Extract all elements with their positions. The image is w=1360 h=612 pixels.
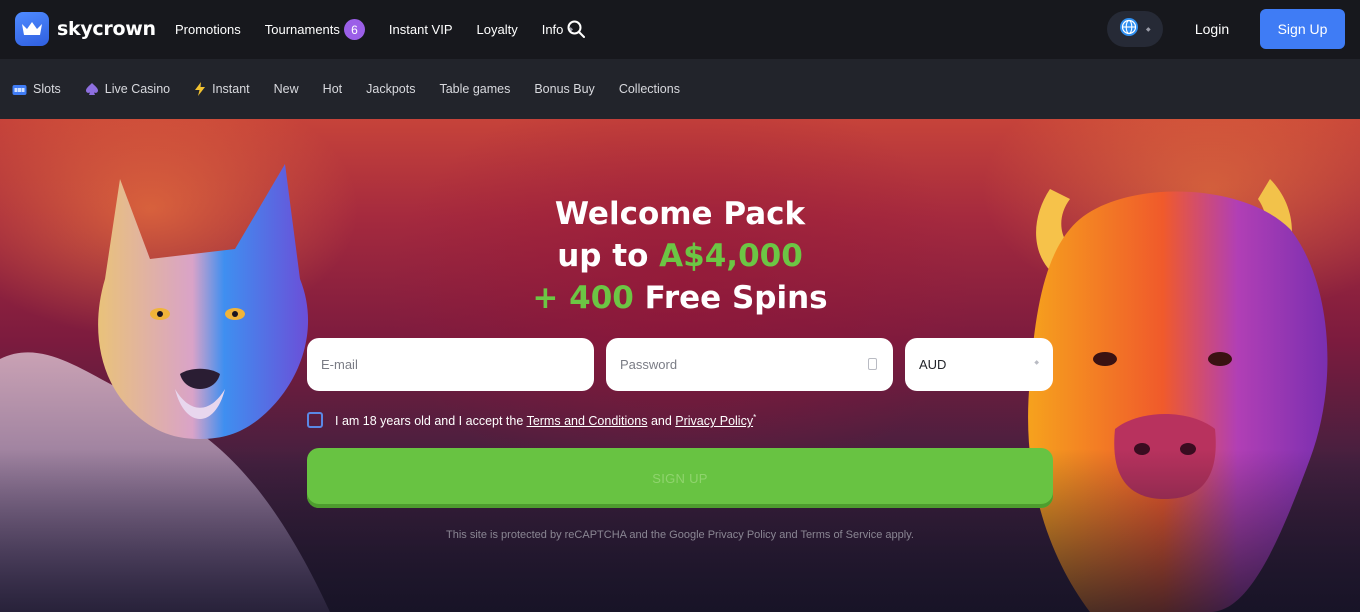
- category-hot[interactable]: Hot: [323, 82, 342, 96]
- headline-line-3: + 400 Free Spins: [430, 277, 930, 319]
- nav-promotions[interactable]: Promotions: [175, 22, 241, 37]
- consent-prefix: I am 18 years old and I accept the: [335, 414, 527, 429]
- category-live-casino-label: Live Casino: [104, 82, 171, 96]
- crown-icon: [15, 12, 49, 46]
- password-field[interactable]: Password: [606, 338, 893, 391]
- nav-tournaments[interactable]: Tournaments 6: [265, 19, 365, 40]
- hero-banner: Welcome Pack up to A$4,000 + 400 Free Sp…: [0, 119, 1360, 612]
- free-spins-count: + 400: [532, 280, 634, 316]
- category-instant[interactable]: Instant: [194, 82, 250, 96]
- email-placeholder: E-mail: [321, 357, 358, 372]
- chevron-down-icon: ◆: [1034, 360, 1039, 366]
- brand-name: skycrown: [57, 18, 156, 40]
- category-collections[interactable]: Collections: [619, 82, 680, 96]
- category-live-casino[interactable]: Live Casino: [85, 82, 170, 96]
- category-nav: Slots Live Casino Instant New Hot Jackpo…: [12, 79, 704, 99]
- spade-icon: [85, 82, 99, 96]
- consent-text: I am 18 years old and I accept the Terms…: [335, 413, 756, 428]
- tournaments-count-badge: 6: [343, 19, 365, 40]
- consent-and: and: [647, 414, 676, 429]
- headline-line-1: Welcome Pack: [554, 196, 806, 232]
- category-instant-label: Instant: [212, 82, 250, 96]
- globe-icon: [1119, 17, 1139, 42]
- category-table-games[interactable]: Table games: [439, 82, 510, 96]
- logo[interactable]: skycrown: [15, 12, 156, 46]
- nav-loyalty[interactable]: Loyalty: [477, 22, 518, 37]
- currency-value: AUD: [919, 357, 947, 372]
- top-header: skycrown Promotions Tournaments 6 Instan…: [0, 0, 1360, 59]
- lightning-icon: [194, 82, 206, 96]
- headline-up-to: up to: [557, 238, 660, 274]
- currency-select[interactable]: AUD ◆: [905, 338, 1053, 391]
- category-bonus-buy[interactable]: Bonus Buy: [534, 82, 594, 96]
- language-selector[interactable]: ◆: [1107, 11, 1163, 47]
- age-terms-checkbox[interactable]: [307, 412, 323, 428]
- nav-tournaments-label: Tournaments: [264, 22, 340, 37]
- category-slots-label: Slots: [33, 82, 61, 96]
- nav-info-label: Info: [541, 22, 564, 37]
- recaptcha-note: This site is protected by reCAPTCHA and …: [446, 529, 914, 541]
- privacy-link[interactable]: Privacy Policy: [675, 414, 753, 428]
- required-mark: *: [753, 413, 757, 422]
- category-bar: Slots Live Casino Instant New Hot Jackpo…: [0, 59, 1360, 119]
- category-new[interactable]: New: [274, 82, 299, 96]
- main-nav: Promotions Tournaments 6 Instant VIP Loy…: [175, 19, 597, 40]
- free-spins-label: Free Spins: [633, 280, 828, 316]
- signup-button[interactable]: Sign Up: [1260, 9, 1345, 49]
- search-icon[interactable]: [567, 20, 585, 38]
- category-jackpots[interactable]: Jackpots: [366, 82, 415, 96]
- nav-instant-vip[interactable]: Instant VIP: [389, 22, 453, 37]
- category-slots[interactable]: Slots: [12, 82, 61, 96]
- slots-icon: [12, 83, 27, 96]
- email-field[interactable]: E-mail: [307, 338, 594, 391]
- signup-submit-button[interactable]: SIGN UP: [307, 448, 1053, 508]
- password-placeholder: Password: [620, 357, 678, 372]
- headline-line-2: up to A$4,000: [430, 235, 930, 277]
- terms-link[interactable]: Terms and Conditions: [527, 414, 648, 428]
- chevron-down-icon: ◆: [1146, 26, 1151, 33]
- welcome-headline: Welcome Pack up to A$4,000 + 400 Free Sp…: [430, 193, 930, 319]
- login-button[interactable]: Login: [1182, 10, 1242, 48]
- bonus-amount: A$4,000: [659, 238, 803, 274]
- show-password-icon[interactable]: [868, 358, 877, 370]
